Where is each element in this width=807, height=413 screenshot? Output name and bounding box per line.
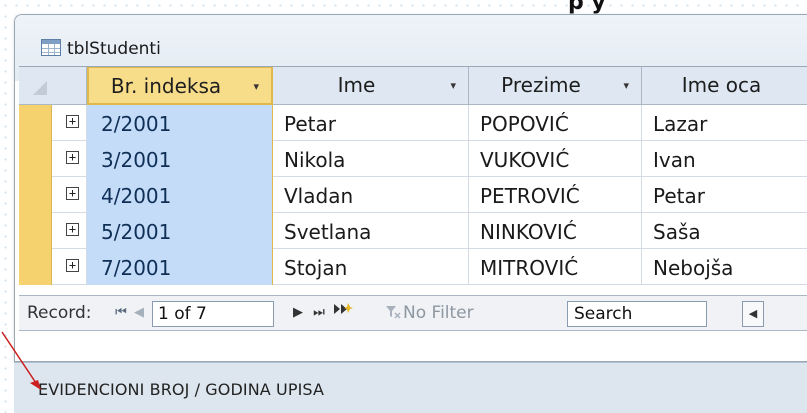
- row-selector[interactable]: [19, 141, 52, 177]
- current-record-field[interactable]: 1 of 7: [152, 301, 274, 327]
- table-icon: [41, 39, 61, 56]
- new-record-icon-graphic: [334, 303, 353, 314]
- row-selector[interactable]: [19, 177, 52, 213]
- cell-ime-oca[interactable]: Ivan: [642, 141, 807, 177]
- next-record-icon[interactable]: ▶: [291, 302, 305, 324]
- search-input[interactable]: Search: [567, 301, 707, 327]
- row-selector[interactable]: [19, 213, 52, 249]
- expand-icon[interactable]: +: [66, 259, 79, 272]
- dropdown-arrow-icon[interactable]: ▾: [450, 67, 456, 104]
- expand-icon[interactable]: +: [66, 151, 79, 164]
- cell-br-indeksa[interactable]: 2/2001: [87, 105, 273, 141]
- column-header-ime-oca[interactable]: Ime oca ▾: [642, 67, 807, 105]
- column-header-ime[interactable]: Ime ▾: [273, 67, 469, 105]
- table-row[interactable]: + 3/2001 Nikola VUKOVIĆ Ivan: [19, 141, 807, 177]
- cell-ime-oca[interactable]: Lazar: [642, 105, 807, 141]
- select-all-corner[interactable]: [19, 67, 87, 105]
- cell-ime[interactable]: Petar: [273, 105, 469, 141]
- annotation-arrow-icon: [1, 331, 41, 390]
- first-record-icon[interactable]: ⏮: [114, 302, 128, 324]
- expander-cell: +: [52, 177, 87, 213]
- expand-icon[interactable]: +: [66, 223, 79, 236]
- status-text: EVIDENCIONI BROJ / GODINA UPISA: [38, 380, 325, 399]
- column-header-prezime[interactable]: Prezime ▾: [469, 67, 642, 105]
- expander-cell: +: [52, 213, 87, 249]
- column-header-br-indeksa[interactable]: Br. indeksa ▾: [87, 67, 273, 105]
- column-header-label: Ime oca: [681, 73, 762, 97]
- no-filter-button[interactable]: No Filter: [403, 303, 474, 323]
- row-selector[interactable]: [19, 105, 52, 141]
- expander-cell: +: [52, 141, 87, 177]
- new-record-icon[interactable]: [333, 302, 353, 324]
- cell-ime-oca[interactable]: Saša: [642, 213, 807, 249]
- slide-title-fragment: p y: [568, 0, 606, 15]
- last-record-icon[interactable]: ⏭: [311, 302, 327, 324]
- filter-icon-graphic: [386, 306, 401, 319]
- status-bar: EVIDENCIONI BROJ / GODINA UPISA: [14, 362, 807, 413]
- cell-ime-oca[interactable]: Nebojša: [642, 249, 807, 285]
- cell-ime[interactable]: Svetlana: [273, 213, 469, 249]
- cell-prezime[interactable]: VUKOVIĆ: [469, 141, 642, 177]
- expand-icon[interactable]: +: [66, 187, 79, 200]
- cell-br-indeksa[interactable]: 4/2001: [87, 177, 273, 213]
- cell-prezime[interactable]: PETROVIĆ: [469, 177, 642, 213]
- cell-prezime[interactable]: NINKOVIĆ: [469, 213, 642, 249]
- table-row[interactable]: + 2/2001 Petar POPOVIĆ Lazar: [19, 105, 807, 141]
- cell-ime-oca[interactable]: Petar: [642, 177, 807, 213]
- table-row[interactable]: + 5/2001 Svetlana NINKOVIĆ Saša: [19, 213, 807, 249]
- cell-ime[interactable]: Vladan: [273, 177, 469, 213]
- row-selector[interactable]: [19, 249, 52, 285]
- cell-br-indeksa[interactable]: 7/2001: [87, 249, 273, 285]
- table-row[interactable]: + 4/2001 Vladan PETROVIĆ Petar: [19, 177, 807, 213]
- datasheet-grid[interactable]: Br. indeksa ▾ Ime ▾ Prezime ▾ Ime oca ▾ …: [19, 66, 807, 285]
- table-row[interactable]: + 7/2001 Stojan MITROVIĆ Nebojša: [19, 249, 807, 285]
- cell-br-indeksa[interactable]: 3/2001: [87, 141, 273, 177]
- expander-cell: +: [52, 105, 87, 141]
- scroll-left-icon[interactable]: ◀: [742, 301, 764, 327]
- previous-record-icon[interactable]: ◀: [132, 302, 146, 324]
- column-header-label: Ime: [337, 73, 376, 97]
- expander-cell: +: [52, 249, 87, 285]
- dropdown-arrow-icon[interactable]: ▾: [623, 67, 629, 104]
- column-header-label: Prezime: [501, 73, 581, 97]
- cell-prezime[interactable]: MITROVIĆ: [469, 249, 642, 285]
- cell-br-indeksa[interactable]: 5/2001: [87, 213, 273, 249]
- record-navigation-bar: Record: ⏮ ◀ 1 of 7 ▶ ⏭ No Filter Search …: [19, 295, 807, 331]
- select-all-icon: [33, 81, 47, 95]
- expand-icon[interactable]: +: [66, 115, 79, 128]
- record-label: Record:: [27, 303, 92, 323]
- cell-ime[interactable]: Nikola: [273, 141, 469, 177]
- filter-icon: [385, 305, 401, 323]
- cell-ime[interactable]: Stojan: [273, 249, 469, 285]
- cell-prezime[interactable]: POPOVIĆ: [469, 105, 642, 141]
- column-header-label: Br. indeksa: [110, 74, 222, 98]
- table-title: tblStudenti: [67, 39, 161, 59]
- dropdown-arrow-icon[interactable]: ▾: [253, 68, 259, 105]
